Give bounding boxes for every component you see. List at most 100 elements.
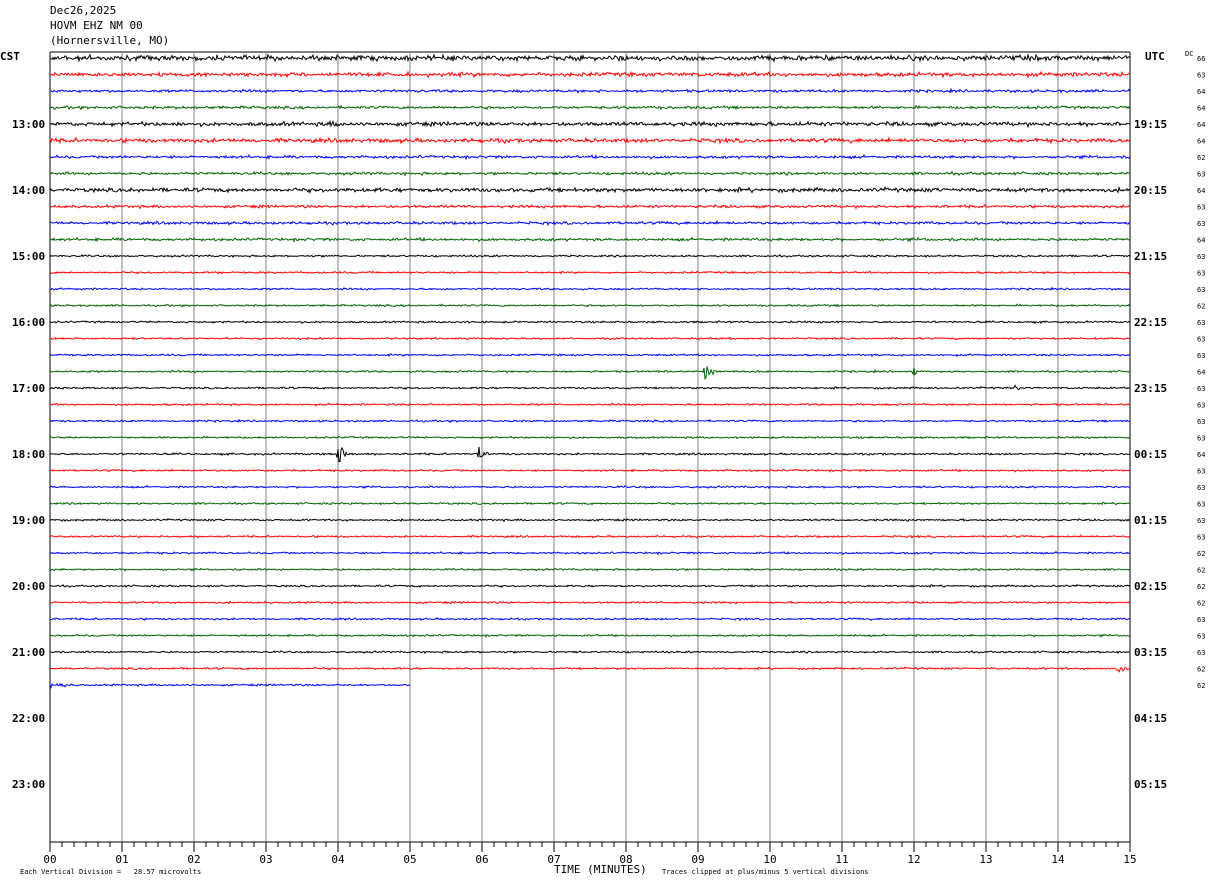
right-hour-label: 00:15 xyxy=(1134,448,1167,461)
dc-label: DC xyxy=(1185,50,1194,58)
right-hour-label: 01:15 xyxy=(1134,514,1167,527)
x-tick-label: 05 xyxy=(403,853,416,866)
seismic-trace xyxy=(49,366,1131,381)
seismic-trace xyxy=(49,87,1131,94)
seismic-trace xyxy=(49,185,1131,195)
dc-offset-label: 63 xyxy=(1197,286,1205,294)
seismic-trace xyxy=(49,600,1131,605)
right-hour-label: 04:15 xyxy=(1134,712,1167,725)
x-axis-title: TIME (MINUTES) xyxy=(554,863,647,876)
seismic-trace xyxy=(49,666,1131,673)
x-tick-label: 13 xyxy=(979,853,992,866)
seismic-trace xyxy=(49,484,1131,490)
right-hour-label: 22:15 xyxy=(1134,316,1167,329)
seismic-trace xyxy=(49,119,1131,129)
dc-offset-label: 63 xyxy=(1197,633,1205,641)
dc-offset-label: 62 xyxy=(1197,666,1205,674)
dc-offset-label: 62 xyxy=(1197,600,1205,608)
seismic-trace xyxy=(49,435,1131,440)
x-tick-label: 01 xyxy=(115,853,128,866)
seismic-trace xyxy=(49,534,1131,539)
scale-note: Each Vertical Division = 28.57 microvolt… xyxy=(20,868,202,876)
dc-offset-label: 62 xyxy=(1197,154,1205,162)
location-label: (Hornersville, MO) xyxy=(50,34,170,47)
left-hour-label: 16:00 xyxy=(12,316,45,329)
dc-offset-label: 63 xyxy=(1197,468,1205,476)
dc-offset-label: 63 xyxy=(1197,385,1205,393)
dc-offset-label: 63 xyxy=(1197,435,1205,443)
x-tick-label: 12 xyxy=(907,853,920,866)
x-tick-label: 02 xyxy=(187,853,200,866)
seismic-trace xyxy=(49,550,1131,556)
dc-offset-label: 63 xyxy=(1197,649,1205,657)
seismic-trace xyxy=(49,336,1131,341)
dc-offset-label: 64 xyxy=(1197,138,1205,146)
x-tick-label: 04 xyxy=(331,853,345,866)
dc-offset-label: 62 xyxy=(1197,567,1205,575)
seismic-trace xyxy=(49,203,1131,210)
right-hour-label: 05:15 xyxy=(1134,778,1167,791)
seismic-trace xyxy=(49,616,1130,622)
station-label: HOVM EHZ NM 00 xyxy=(50,19,143,32)
date-label: Dec26,2025 xyxy=(50,4,117,17)
seismic-trace xyxy=(49,353,1131,358)
seismic-trace xyxy=(49,104,1131,111)
dc-offset-label: 63 xyxy=(1197,484,1205,492)
seismic-trace xyxy=(49,517,1131,523)
seismic-trace xyxy=(49,320,1131,325)
right-hour-label: 21:15 xyxy=(1134,250,1167,263)
seismic-trace xyxy=(49,253,1131,259)
dc-offset-label: 64 xyxy=(1197,237,1205,245)
dc-offset-label: 64 xyxy=(1197,105,1205,113)
dc-offset-label: 63 xyxy=(1197,220,1205,228)
dc-offset-label: 63 xyxy=(1197,336,1205,344)
x-tick-label: 15 xyxy=(1123,853,1136,866)
seismic-trace xyxy=(49,633,1131,638)
dc-offset-label: 63 xyxy=(1197,517,1205,525)
seismic-trace xyxy=(49,567,1131,572)
seismic-trace xyxy=(49,286,1130,291)
right-hour-label: 20:15 xyxy=(1134,184,1167,197)
seismic-trace xyxy=(49,270,1131,275)
dc-offset-label: 63 xyxy=(1197,418,1205,426)
dc-offset-label: 62 xyxy=(1197,550,1205,558)
left-timezone-label: CST xyxy=(0,50,20,63)
dc-offset-label: 62 xyxy=(1197,682,1205,690)
dc-offset-label: 66 xyxy=(1197,55,1205,63)
seismic-trace xyxy=(49,153,1131,161)
dc-offset-label: 63 xyxy=(1197,402,1205,410)
seismic-trace xyxy=(49,402,1131,407)
right-hour-label: 03:15 xyxy=(1134,646,1167,659)
seismic-trace xyxy=(49,70,1131,79)
clip-note: Traces clipped at plus/minus 5 vertical … xyxy=(662,868,869,876)
dc-offset-label: 63 xyxy=(1197,253,1205,261)
seismic-trace xyxy=(49,682,410,690)
dc-offset-label: 63 xyxy=(1197,270,1205,278)
helicorder-plot: 00 01 02 03 04 05 06 07 08 09 10 11 12 13 14 1566636464… xyxy=(12,51,1205,866)
seismic-trace xyxy=(49,446,1130,463)
dc-offset-label: 64 xyxy=(1197,187,1205,195)
x-tick-label: 00 xyxy=(43,853,56,866)
x-tick-label: 03 xyxy=(259,853,272,866)
right-timezone-label: UTC xyxy=(1145,50,1165,63)
right-hour-label: 02:15 xyxy=(1134,580,1167,593)
seismic-trace xyxy=(49,583,1131,589)
dc-offset-label: 64 xyxy=(1197,88,1205,96)
dc-offset-label: 63 xyxy=(1197,171,1205,179)
x-tick-label: 14 xyxy=(1051,853,1065,866)
seismic-trace xyxy=(49,303,1131,308)
seismic-trace xyxy=(49,418,1131,424)
dc-offset-label: 63 xyxy=(1197,501,1205,509)
dc-offset-label: 63 xyxy=(1197,534,1205,542)
dc-offset-label: 63 xyxy=(1197,204,1205,212)
left-hour-label: 18:00 xyxy=(12,448,45,461)
left-hour-label: 22:00 xyxy=(12,712,45,725)
left-hour-label: 21:00 xyxy=(12,646,45,659)
seismic-trace xyxy=(49,384,1131,391)
x-tick-label: 06 xyxy=(475,853,488,866)
dc-offset-label: 62 xyxy=(1197,303,1205,311)
dc-offset-label: 64 xyxy=(1197,121,1205,129)
dc-offset-label: 63 xyxy=(1197,319,1205,327)
left-hour-label: 13:00 xyxy=(12,118,45,131)
dc-offset-label: 64 xyxy=(1197,451,1205,459)
